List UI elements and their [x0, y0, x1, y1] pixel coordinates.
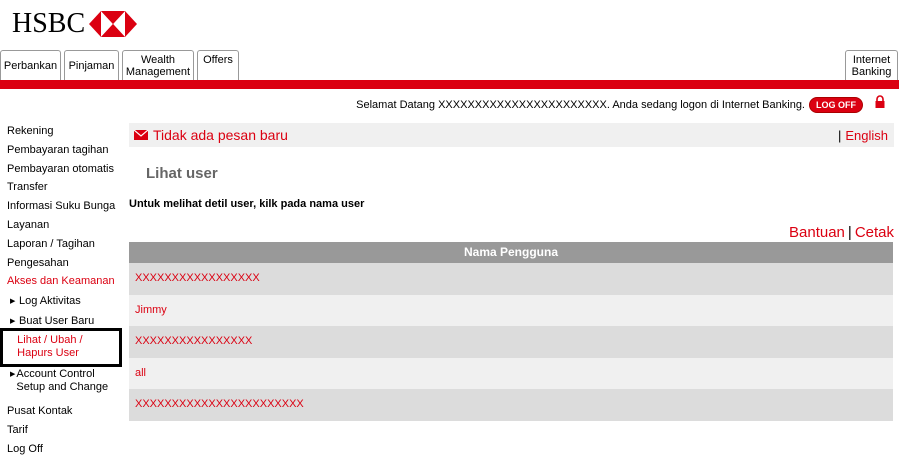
sidebar-item-akses-dan-keamanan[interactable]: Akses dan Keamanan [7, 272, 122, 291]
triangle-right-icon: ▶ [10, 371, 16, 379]
help-print-links: Bantuan | Cetak [789, 224, 894, 241]
sidebar-item-pembayaran-otomatis[interactable]: Pembayaran otomatis [7, 160, 122, 179]
language-switch: | English [838, 128, 894, 143]
highlight-box [0, 328, 122, 367]
tab-perbankan[interactable]: Perbankan [0, 50, 61, 81]
print-link[interactable]: Cetak [855, 224, 894, 241]
instruction-text: Untuk melihat detil user, kilk pada nama… [129, 198, 365, 210]
nav-red-bar [0, 80, 899, 89]
sidebar-item-rekening[interactable]: Rekening [7, 122, 122, 141]
messages-text: Tidak ada pesan baru [153, 127, 288, 143]
table-row[interactable]: Jimmy [129, 294, 893, 326]
separator: | [837, 127, 842, 143]
tab-offers[interactable]: Offers [197, 50, 239, 81]
logo-text: HSBC [12, 8, 86, 39]
message-bar: Tidak ada pesan baru | English [129, 123, 894, 147]
sidebar-subitem-label: Account Control Setup and Change [16, 368, 109, 394]
table-row[interactable]: all [129, 357, 893, 389]
sidebar-item-log-off[interactable]: Log Off [7, 440, 122, 459]
messages-link[interactable]: Tidak ada pesan baru [129, 127, 288, 143]
sidebar: Rekening Pembayaran tagihan Pembayaran o… [7, 122, 122, 459]
logoff-button[interactable]: LOG OFF [809, 97, 863, 113]
users-table: Nama Pengguna XXXXXXXXXXXXXXXXX Jimmy XX… [129, 242, 893, 421]
sidebar-item-pembayaran-tagihan[interactable]: Pembayaran tagihan [7, 141, 122, 160]
help-link[interactable]: Bantuan [789, 224, 845, 241]
page-title: Lihat user [146, 165, 218, 182]
sidebar-item-informasi-suku-bunga[interactable]: Informasi Suku Bunga [7, 197, 122, 216]
welcome-bar: Selamat Datang XXXXXXXXXXXXXXXXXXXXXXX. … [356, 97, 863, 113]
tab-internet-banking[interactable]: Internet Banking [845, 50, 898, 81]
envelope-icon [134, 130, 148, 140]
tab-pinjaman[interactable]: Pinjaman [64, 50, 119, 81]
welcome-text: Selamat Datang XXXXXXXXXXXXXXXXXXXXXXX. … [356, 99, 805, 111]
column-header-nama-pengguna: Nama Pengguna [129, 242, 893, 263]
sidebar-item-layanan[interactable]: Layanan [7, 216, 122, 235]
sidebar-subitem-account-control[interactable]: ▶ Account Control Setup and Change [7, 368, 117, 400]
main-nav-tabs: Perbankan Pinjaman Wealth Management Off… [0, 50, 913, 81]
sidebar-item-pengesahan[interactable]: Pengesahan [7, 254, 122, 273]
sidebar-item-pusat-kontak[interactable]: Pusat Kontak [7, 402, 122, 421]
table-row[interactable]: XXXXXXXXXXXXXXXXXXXXXXX [129, 389, 893, 421]
sidebar-item-transfer[interactable]: Transfer [7, 178, 122, 197]
table-row[interactable]: XXXXXXXXXXXXXXXX [129, 326, 893, 358]
table-row[interactable]: XXXXXXXXXXXXXXXXX [129, 263, 893, 295]
sidebar-item-laporan-tagihan[interactable]: Laporan / Tagihan [7, 235, 122, 254]
hsbc-logo: HSBC [12, 8, 138, 39]
sidebar-subitem-log-aktivitas[interactable]: ▶ Log Aktivitas [7, 295, 122, 314]
sidebar-item-tarif[interactable]: Tarif [7, 421, 122, 440]
separator: | [847, 224, 852, 241]
hexagon-logo-icon [89, 11, 138, 37]
language-link[interactable]: English [845, 128, 888, 143]
triangle-right-icon: ▶ [10, 298, 16, 306]
sidebar-subitem-label: Log Aktivitas [19, 295, 81, 308]
tab-wealth-management[interactable]: Wealth Management [122, 50, 194, 81]
lock-icon [875, 95, 885, 108]
